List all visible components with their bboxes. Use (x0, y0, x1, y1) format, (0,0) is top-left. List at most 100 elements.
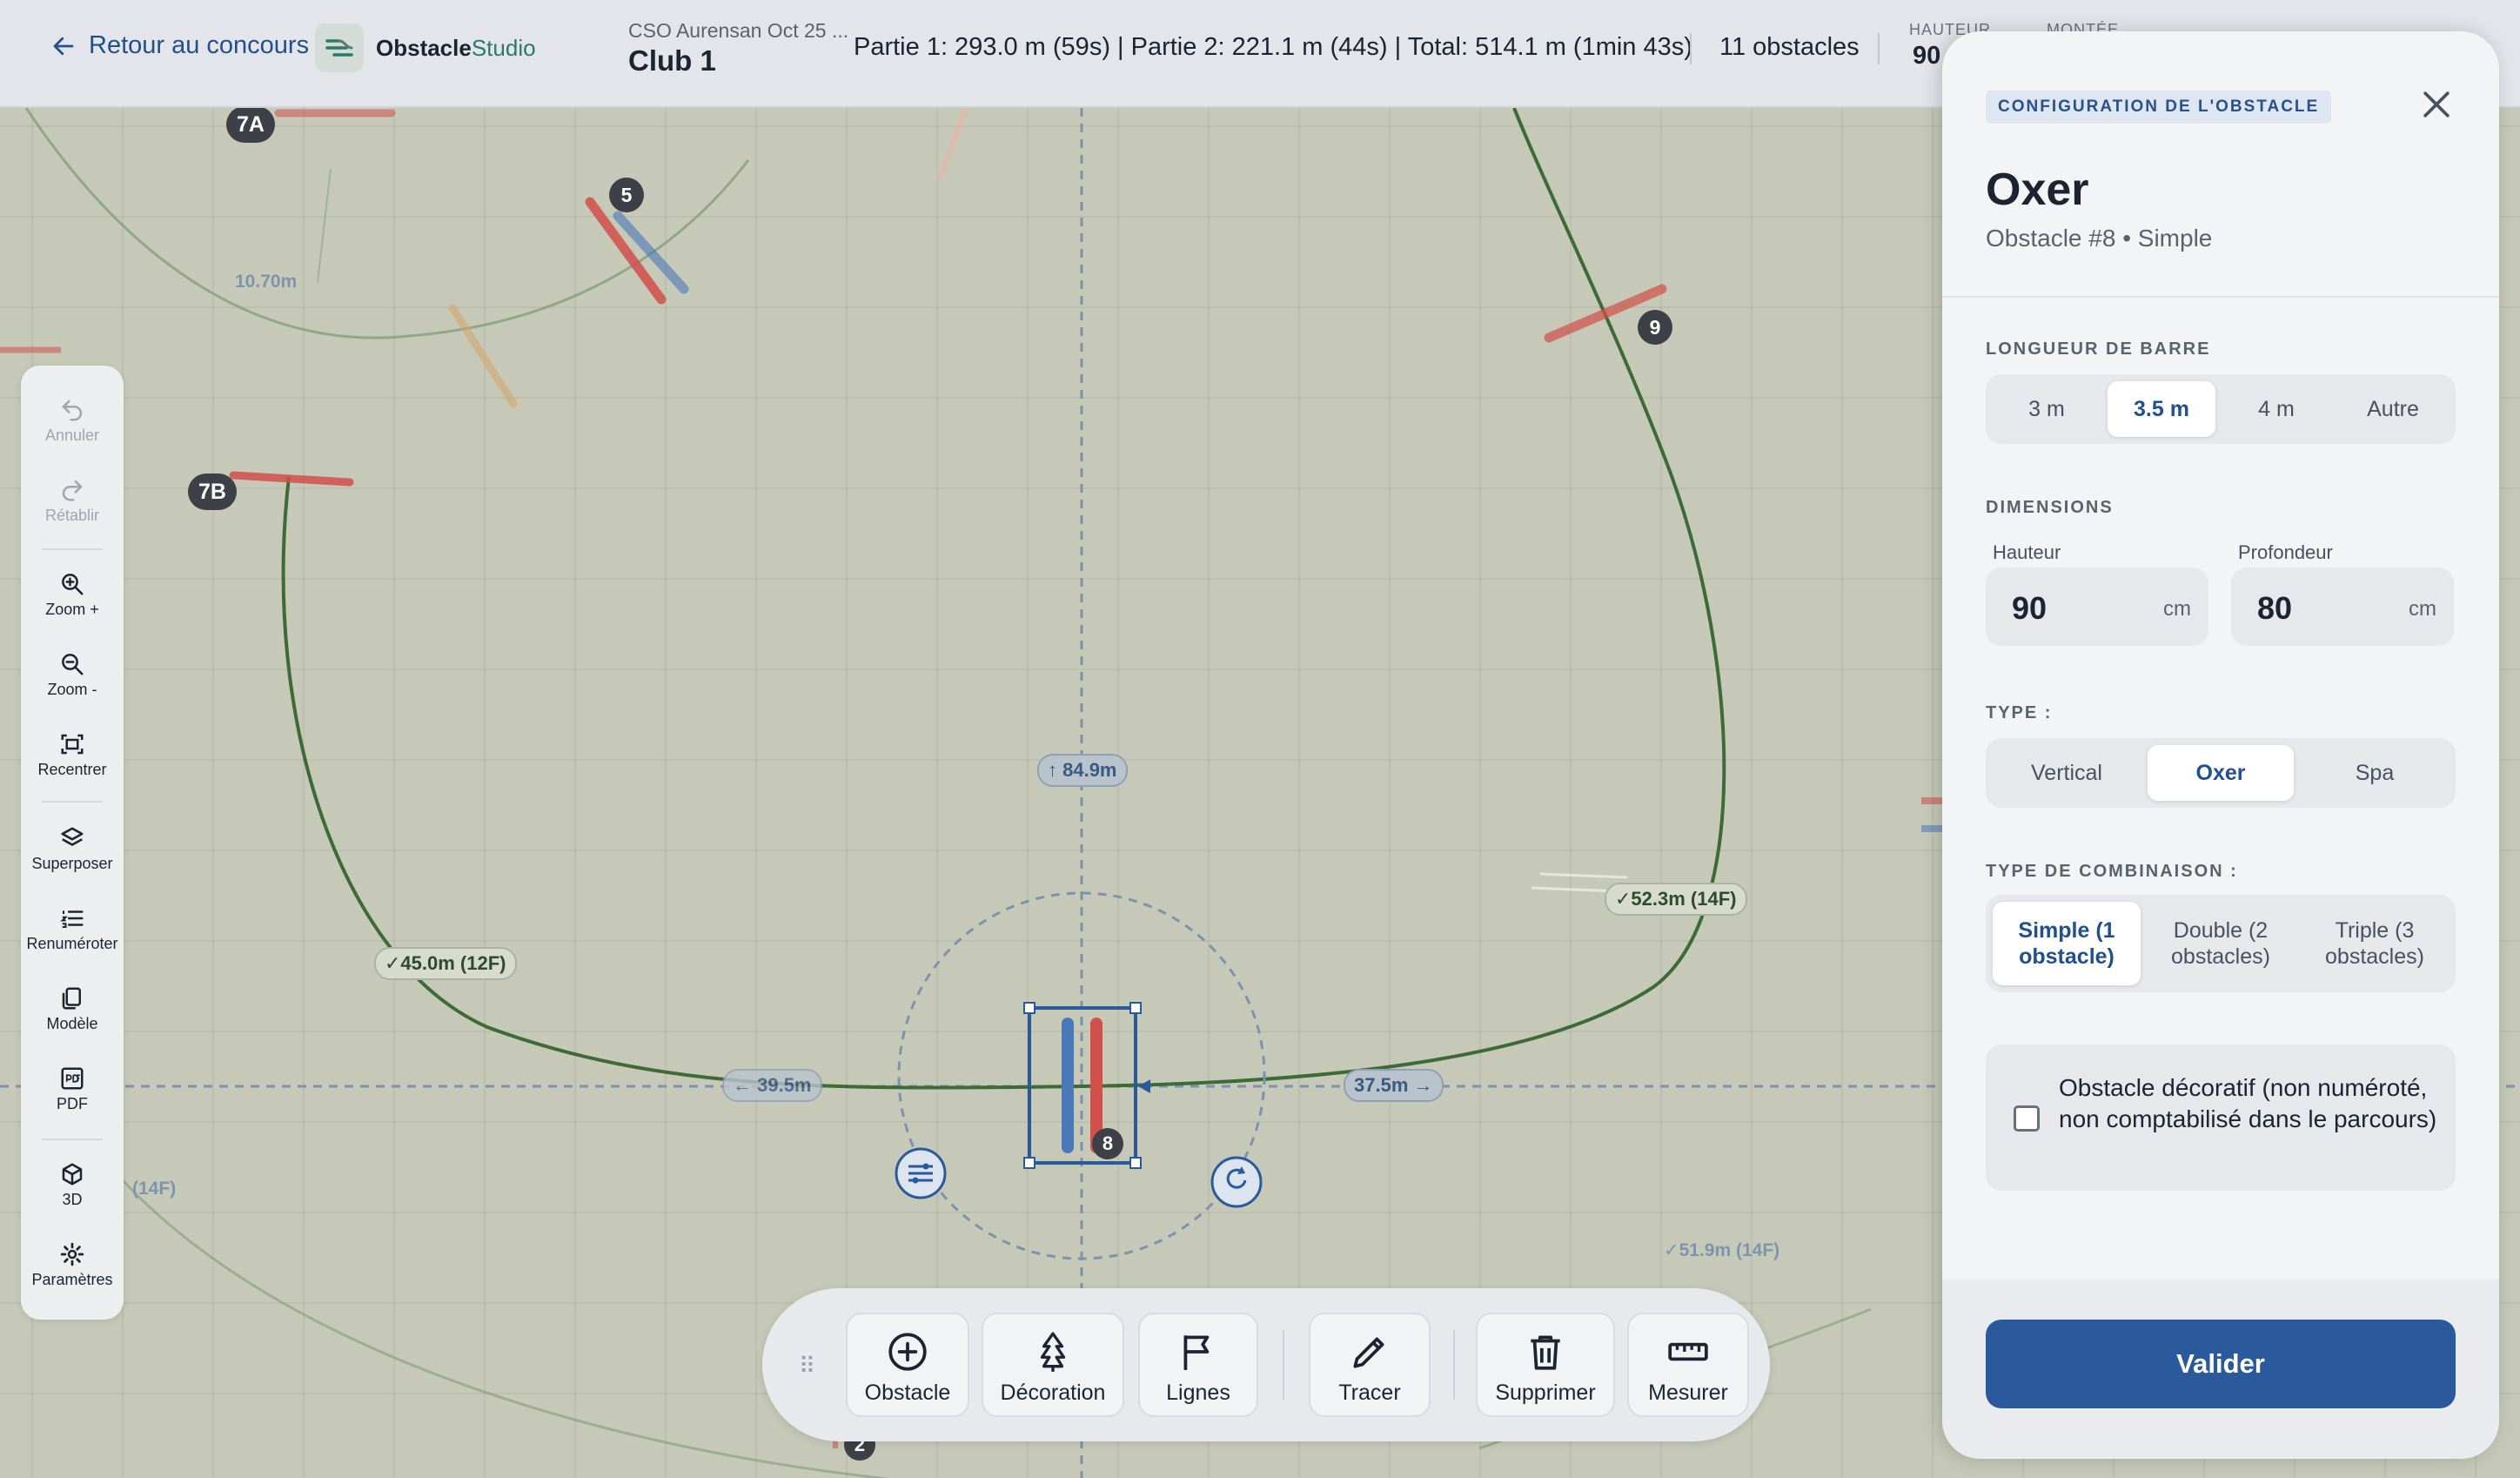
bar-length-option-3m[interactable]: 3 m (1993, 381, 2101, 437)
combination-option-simple[interactable]: Simple (1 obstacle) (1993, 902, 2141, 985)
obstacle-badge[interactable]: 9 (1638, 310, 1672, 345)
panel-subtitle: Obstacle #8 • Simple (1986, 225, 2213, 252)
decorative-checkbox[interactable] (2014, 1105, 2040, 1132)
distance-label: ✓51.9m (14F) (1664, 1240, 1780, 1260)
tree-icon (1040, 1332, 1066, 1372)
obstacle-count: 11 obstacles (1719, 33, 1860, 61)
lines-button[interactable]: Lignes (1138, 1313, 1258, 1417)
distance-label: ← 39.5m (722, 1069, 822, 1102)
toolbar-divider (42, 1139, 103, 1140)
faded-track (24, 108, 750, 339)
undo-icon (62, 400, 83, 421)
settings-gear-icon (60, 1242, 84, 1266)
left-toolbar: Annuler Rétablir Zoom + Zoom - Recentrer… (21, 366, 124, 1320)
obstacle-badge[interactable]: 8 (1092, 1128, 1123, 1159)
event-subtitle: CSO Aurensan Oct 25 ... (628, 19, 849, 42)
bar-length-option-3-5m[interactable]: 3.5 m (2108, 381, 2215, 437)
height-value: 90 (1913, 42, 1941, 70)
pencil-icon (1353, 1337, 1384, 1368)
renumber-button[interactable]: Renuméroter (21, 905, 124, 953)
obstacle-badge[interactable]: 7A (226, 108, 275, 143)
decorative-checkbox-label[interactable]: Obstacle décoratif (non numéroté, non co… (2059, 1072, 2442, 1135)
rotation-guide-circle (897, 891, 1266, 1260)
bar-length-option-4m[interactable]: 4 m (2222, 381, 2330, 437)
distance-label: ✓52.3m (14F) (1605, 883, 1747, 916)
measure-button[interactable]: Mesurer (1627, 1313, 1749, 1417)
toolbar-divider (1453, 1330, 1455, 1400)
view-3d-button[interactable]: 3D (21, 1161, 124, 1209)
faded-track (317, 168, 332, 283)
distance-label: (14F) (132, 1179, 177, 1199)
layers-icon (61, 827, 84, 846)
bottom-toolbar: ⠿ Obstacle Décoration Lignes Tracer Supp… (762, 1288, 1770, 1441)
arrow-left-icon (53, 37, 74, 55)
recenter-button[interactable]: Recentrer (21, 731, 124, 779)
combination-label: TYPE DE COMBINAISON : (1986, 862, 2238, 881)
renumber-icon (60, 910, 84, 928)
app-logo: ObstacleStudio (315, 24, 536, 72)
settings-handle-icon (895, 1147, 947, 1199)
type-option-oxer[interactable]: Oxer (2148, 745, 2294, 801)
height-field-value: 90 (2012, 590, 2048, 626)
settings-button[interactable]: Paramètres (21, 1241, 124, 1289)
plus-circle-icon (888, 1333, 927, 1371)
course-stats: Partie 1: 293.0 m (59s) | Partie 2: 221.… (854, 33, 1692, 61)
undo-button[interactable]: Annuler (21, 397, 124, 445)
bar-length-option-other[interactable]: Autre (2337, 381, 2449, 437)
height-field-label: Hauteur (1993, 541, 2061, 563)
logo-mark-icon (315, 24, 364, 72)
depth-field-value: 80 (2257, 590, 2293, 626)
redo-icon (62, 480, 83, 501)
zoom-out-button[interactable]: Zoom - (21, 651, 124, 699)
decoration-button[interactable]: Décoration (982, 1313, 1124, 1417)
pdf-button[interactable]: PDF (21, 1065, 124, 1113)
ruler-icon (1668, 1342, 1708, 1361)
header-divider (1878, 33, 1880, 64)
close-icon[interactable] (2417, 85, 2456, 124)
add-obstacle-button[interactable]: Obstacle (846, 1313, 969, 1417)
event-title: Club 1 (628, 44, 716, 77)
type-option-spa[interactable]: Spa (2301, 745, 2449, 801)
obstacle-7b-pole (229, 471, 354, 487)
distance-label: 37.5m → (1344, 1069, 1444, 1102)
type-option-vertical[interactable]: Vertical (1993, 745, 2141, 801)
panel-badge: CONFIGURATION DE L'OBSTACLE (1986, 91, 2332, 124)
depth-unit: cm (2409, 597, 2436, 621)
course-track (281, 108, 1726, 1090)
type-label: TYPE : (1986, 703, 2053, 722)
delete-button[interactable]: Supprimer (1476, 1313, 1615, 1417)
template-icon (62, 987, 81, 1010)
zoom-in-button[interactable]: Zoom + (21, 571, 124, 619)
back-label: Retour au concours (89, 31, 310, 59)
obstacle-config-panel: CONFIGURATION DE L'OBSTACLE Oxer Obstacl… (1942, 31, 2499, 1459)
obstacle-badge[interactable]: 7B (188, 474, 237, 510)
depth-field[interactable]: 80 cm (2231, 568, 2454, 646)
template-button[interactable]: Modèle (21, 985, 124, 1033)
decorative-option: Obstacle décoratif (non numéroté, non co… (1986, 1045, 2456, 1191)
drag-handle-icon[interactable]: ⠿ (799, 1353, 815, 1380)
back-to-competition-link[interactable]: Retour au concours (50, 31, 309, 60)
zoom-out-icon (62, 654, 84, 675)
cube-3d-icon (62, 1163, 83, 1186)
distance-label: ↑ 84.9m (1037, 754, 1128, 787)
height-unit: cm (2163, 597, 2191, 621)
validate-button[interactable]: Valider (1986, 1320, 2456, 1408)
toolbar-divider (42, 801, 103, 803)
draw-path-button[interactable]: Tracer (1309, 1313, 1431, 1417)
rotate-handle-icon (1210, 1156, 1263, 1208)
depth-field-label: Profondeur (2238, 541, 2333, 563)
overlay-button[interactable]: Superposer (21, 825, 124, 873)
logo-text: ObstacleStudio (376, 34, 536, 61)
redo-button[interactable]: Rétablir (21, 477, 124, 525)
dimensions-label: DIMENSIONS (1986, 498, 2114, 517)
combination-option-triple[interactable]: Triple (3 obstacles) (2301, 902, 2449, 985)
bar-length-label: LONGUEUR DE BARRE (1986, 339, 2211, 359)
obstacle-badge[interactable]: 5 (609, 178, 644, 212)
height-field[interactable]: 90 cm (1986, 568, 2208, 646)
toolbar-divider (42, 548, 103, 550)
zoom-in-icon (62, 574, 84, 595)
direction-arrow (1138, 1079, 1150, 1093)
distance-label: 10.70m (235, 272, 298, 292)
combination-option-double[interactable]: Double (2 obstacles) (2148, 902, 2294, 985)
toolbar-divider (1283, 1330, 1284, 1400)
